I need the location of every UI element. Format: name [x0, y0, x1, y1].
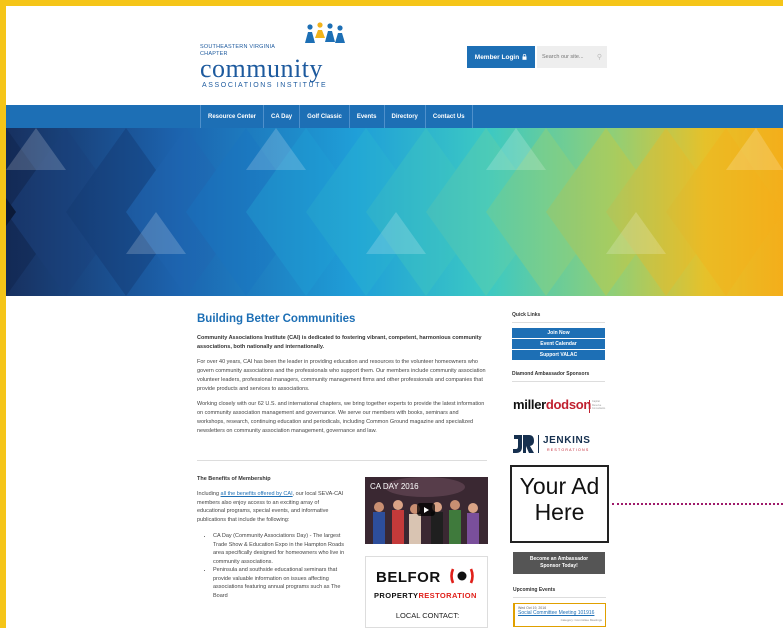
- sidebar-divider: [513, 597, 606, 598]
- jenkins-wordmark: JENKINS: [543, 435, 591, 446]
- site-logo[interactable]: SOUTHEASTERN VIRGINIA CHAPTER community …: [200, 22, 360, 92]
- page-frame-top: [0, 0, 783, 6]
- page-frame-left: [0, 0, 6, 628]
- benefits-list-item: CA Day (Community Associations Day) - Th…: [213, 532, 347, 566]
- upcoming-events-heading: Upcoming Events: [513, 587, 556, 593]
- event-title-link[interactable]: Social Committee Meeting 101916: [518, 610, 602, 616]
- belfor-sponsor-ad[interactable]: BELFOR PROPERTYRESTORATION LOCAL CONTACT…: [365, 556, 488, 628]
- millerdodson-divider: [589, 400, 590, 413]
- site-search: ⚲: [537, 46, 607, 68]
- nav-item-resource-center[interactable]: Resource Center: [200, 105, 263, 128]
- belfor-tagline-b: RESTORATION: [418, 591, 477, 600]
- support-valac-button[interactable]: Support VALAC: [512, 350, 605, 360]
- nav-item-contact-us[interactable]: Contact Us: [424, 105, 473, 128]
- belfor-tagline-a: PROPERTY: [374, 591, 419, 600]
- hero-banner: [6, 128, 783, 296]
- main-nav: Resource Center CA Day Golf Classic Even…: [6, 105, 783, 128]
- sponsors-heading: Diamond Ambassador Sponsors: [512, 371, 590, 377]
- logo-subtitle: ASSOCIATIONS INSTITUTE: [202, 82, 328, 89]
- jenkins-subtitle: RESTORATIONS: [547, 448, 590, 452]
- play-icon[interactable]: [417, 503, 435, 516]
- intro-paragraph: Community Associations Institute (CAI) i…: [197, 335, 482, 350]
- benefits-paragraph: Including all the benefits offered by CA…: [197, 490, 347, 524]
- content-divider: [197, 460, 487, 461]
- upcoming-events: Upcoming Events Wed Oct 19, 2016 Social …: [513, 587, 606, 627]
- millerdodson-wordmark-a: miller: [513, 397, 546, 412]
- main-content: Building Better Communities Community As…: [197, 313, 487, 442]
- benefits-section: The Benefits of Membership Including all…: [197, 476, 347, 600]
- people-logo-icon: [305, 22, 345, 43]
- belfor-contact-label: LOCAL CONTACT:: [395, 611, 460, 620]
- ad-pointer-dotted-line: [612, 503, 783, 505]
- member-login-button[interactable]: Member Login: [467, 46, 535, 68]
- quick-links-heading: Quick Links: [512, 312, 541, 318]
- about-paragraph-1: For over 40 years, CAI has been the lead…: [197, 359, 486, 392]
- member-login-label: Member Login: [474, 53, 520, 61]
- sidebar: Quick Links Join Now Event Calendar Supp…: [512, 312, 605, 387]
- logo-wordmark: community: [200, 54, 323, 83]
- ca-day-video[interactable]: CA DAY 2016: [365, 477, 488, 544]
- benefits-list: CA Day (Community Associations Day) - Th…: [197, 532, 347, 600]
- cai-benefits-link[interactable]: all the benefits offered by CAI: [221, 491, 293, 497]
- search-icon[interactable]: ⚲: [597, 53, 602, 61]
- nav-item-ca-day[interactable]: CA Day: [263, 105, 299, 128]
- nav-item-golf-classic[interactable]: Golf Classic: [299, 105, 349, 128]
- event-category: Category: Committee Meetings: [560, 618, 602, 622]
- ambassador-line-2: Sponsor Today!: [540, 563, 578, 569]
- belfor-name: BELFOR: [376, 569, 441, 586]
- millerdodson-tagline: Capital Reserve Consultants: [592, 400, 606, 410]
- benefits-list-item: Peninsula and southside educational semi…: [213, 566, 347, 600]
- join-now-button[interactable]: Join Now: [512, 328, 605, 338]
- event-calendar-button[interactable]: Event Calendar: [512, 339, 605, 349]
- about-paragraph-2: Working closely with our 62 U.S. and int…: [197, 401, 485, 434]
- jenkins-sponsor-logo[interactable]: JENKINS RESTORATIONS: [512, 432, 605, 456]
- benefits-text-before: Including: [197, 491, 221, 497]
- belfor-tagline: PROPERTYRESTORATION: [374, 591, 477, 600]
- your-ad-here-box[interactable]: Your Ad Here: [510, 465, 609, 543]
- become-ambassador-button[interactable]: Become an Ambassador Sponsor Today!: [513, 552, 605, 574]
- millerdodson-wordmark-b: dodson: [545, 397, 592, 412]
- ad-box-line-1: Your Ad: [519, 473, 600, 499]
- event-item: Wed Oct 19, 2016 Social Committee Meetin…: [513, 603, 606, 627]
- benefits-heading: The Benefits of Membership: [197, 476, 271, 482]
- nav-item-directory[interactable]: Directory: [383, 105, 425, 128]
- page-title: Building Better Communities: [197, 313, 356, 325]
- logo-chapter-line1: SOUTHEASTERN VIRGINIA: [200, 44, 276, 50]
- nav-item-events[interactable]: Events: [348, 105, 384, 128]
- lock-icon: [522, 54, 527, 60]
- video-title: CA DAY 2016: [370, 482, 419, 491]
- sidebar-divider: [512, 322, 605, 323]
- ad-box-line-2: Here: [534, 499, 585, 525]
- millerdodson-sponsor-logo[interactable]: millerdodson Capital Reserve Consultants: [513, 397, 606, 419]
- search-input[interactable]: [542, 54, 592, 60]
- belfor-logo-icon: [450, 568, 474, 584]
- sidebar-divider: [512, 381, 605, 382]
- ambassador-line-1: Become an Ambassador: [529, 556, 589, 562]
